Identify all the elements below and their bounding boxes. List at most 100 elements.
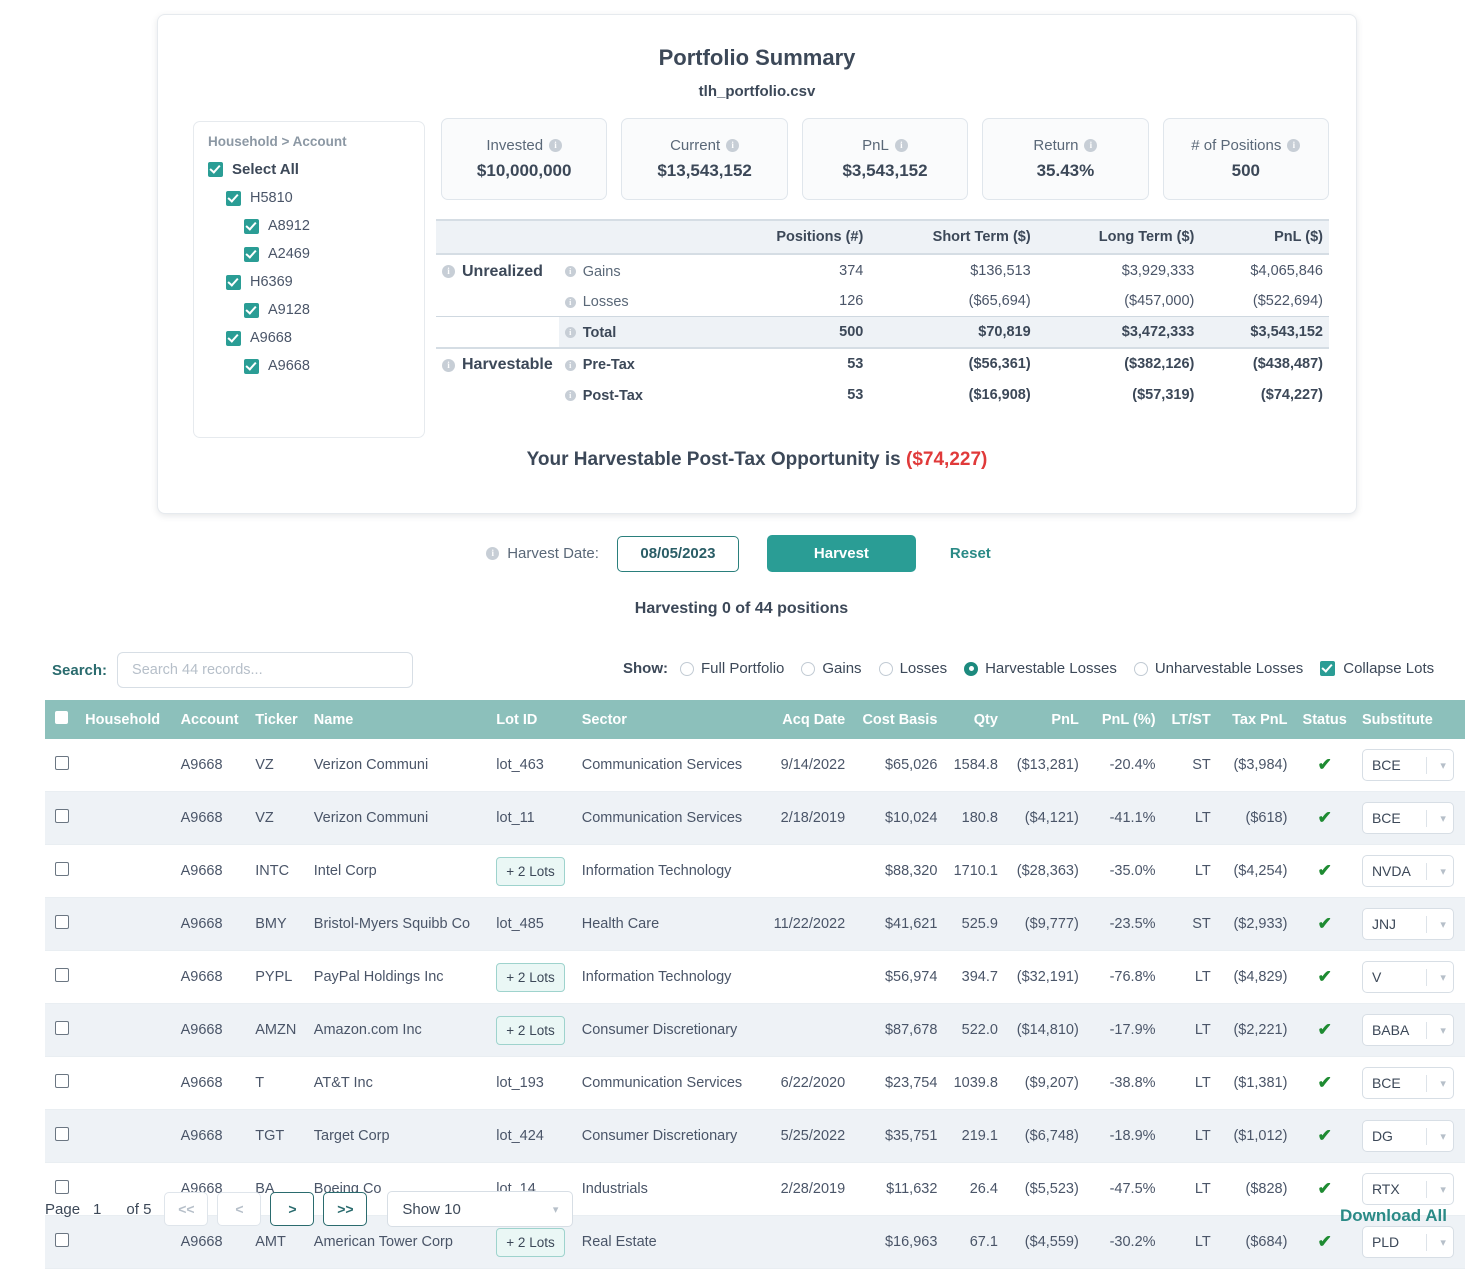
expand-lots-badge[interactable]: + 2 Lots <box>496 1015 565 1045</box>
col-lt-st[interactable]: LT/ST <box>1162 700 1218 739</box>
tree-item-h6369[interactable]: H6369 <box>226 274 410 290</box>
tree-item-a9668[interactable]: A9668 <box>244 358 410 374</box>
cell-substitute[interactable]: V ▾ <box>1354 950 1465 1004</box>
cell-substitute[interactable]: JNJ ▾ <box>1354 897 1465 951</box>
radio-losses[interactable]: Losses <box>878 660 947 677</box>
col-substitute[interactable]: Substitute <box>1354 700 1465 739</box>
substitute-select[interactable]: DG ▾ <box>1361 1120 1454 1152</box>
substitute-select[interactable]: BCE ▾ <box>1361 1067 1454 1099</box>
checkbox-icon[interactable] <box>54 1127 69 1141</box>
reset-button[interactable]: Reset <box>944 544 997 563</box>
substitute-select[interactable]: BABA ▾ <box>1361 1014 1454 1046</box>
row-select-cell[interactable] <box>45 844 79 898</box>
checkbox-icon[interactable] <box>55 711 69 724</box>
table-row[interactable]: A9668 PYPL PayPal Holdings Inc + 2 Lots Info… <box>45 950 1465 1004</box>
row-select-cell[interactable] <box>45 1003 79 1057</box>
info-icon[interactable]: i <box>1287 139 1301 152</box>
first-page-button[interactable]: << <box>164 1192 209 1226</box>
select-all-rows-header[interactable] <box>45 700 79 739</box>
tree-item-a9128[interactable]: A9128 <box>244 302 410 318</box>
table-row[interactable]: A9668 TGT Target Corp lot_424 Consumer Discr… <box>45 1109 1465 1163</box>
cell-substitute[interactable]: BCE ▾ <box>1354 1056 1465 1110</box>
checkbox-icon[interactable] <box>54 862 69 876</box>
row-select-cell[interactable] <box>45 739 79 792</box>
radio-unharvestable-losses[interactable]: Unharvestable Losses <box>1133 660 1303 677</box>
row-select-cell[interactable] <box>45 950 79 1004</box>
info-icon[interactable]: i <box>564 359 576 371</box>
search-input[interactable] <box>117 652 414 688</box>
substitute-select[interactable]: BCE ▾ <box>1361 749 1454 781</box>
substitute-select[interactable]: NVDA ▾ <box>1361 855 1454 887</box>
info-icon[interactable]: i <box>549 139 563 152</box>
radio-full-portfolio[interactable]: Full Portfolio <box>680 660 784 677</box>
radio-icon[interactable] <box>878 661 893 676</box>
info-icon[interactable]: i <box>564 266 576 277</box>
table-row[interactable]: A9668 BMY Bristol-Myers Squibb Co lot_485 He… <box>45 897 1465 951</box>
col-qty[interactable]: Qty <box>944 700 1005 739</box>
tree-item-select all[interactable]: Select All <box>208 161 410 178</box>
tree-item-a9668[interactable]: A9668 <box>226 330 410 346</box>
tree-item-a2469[interactable]: A2469 <box>244 246 410 262</box>
info-icon[interactable]: i <box>726 139 740 152</box>
tree-item-a8912[interactable]: A8912 <box>244 218 410 234</box>
info-icon[interactable]: i <box>442 358 455 372</box>
checkbox-checked-icon[interactable] <box>244 246 259 262</box>
harvest-date-input[interactable]: 08/05/2023 <box>616 535 739 572</box>
radio-icon[interactable] <box>680 661 694 676</box>
cell-substitute[interactable]: DG ▾ <box>1354 1109 1465 1163</box>
checkbox-icon[interactable] <box>54 756 69 770</box>
download-all-link[interactable]: Download All <box>1340 1206 1447 1226</box>
row-select-cell[interactable] <box>45 791 79 845</box>
substitute-select[interactable]: BCE ▾ <box>1361 802 1454 834</box>
harvest-button[interactable]: Harvest <box>766 535 916 572</box>
substitute-select[interactable]: JNJ ▾ <box>1361 908 1454 940</box>
table-row[interactable]: A9668 VZ Verizon Communi lot_11 Communicatio… <box>45 791 1465 845</box>
checkbox-checked-icon[interactable] <box>208 162 223 177</box>
checkbox-checked-icon[interactable] <box>244 218 259 234</box>
table-row[interactable]: A9668 INTC Intel Corp + 2 Lots Information T… <box>45 844 1465 898</box>
info-icon[interactable]: i <box>564 296 576 308</box>
col-sector[interactable]: Sector <box>574 700 764 739</box>
last-page-button[interactable]: >> <box>323 1192 368 1226</box>
radio-icon[interactable] <box>1133 661 1148 676</box>
col-ticker[interactable]: Ticker <box>248 700 307 739</box>
radio-gains[interactable]: Gains <box>801 660 862 677</box>
col-cost-basis[interactable]: Cost Basis <box>852 700 945 739</box>
col-acq-date[interactable]: Acq Date <box>763 700 853 739</box>
info-icon[interactable]: i <box>564 390 576 401</box>
cell-substitute[interactable]: BABA ▾ <box>1354 1003 1465 1057</box>
row-select-cell[interactable] <box>45 1109 79 1163</box>
row-select-cell[interactable] <box>45 1056 79 1110</box>
checkbox-checked-icon[interactable] <box>244 302 259 318</box>
cell-substitute[interactable]: NVDA ▾ <box>1354 844 1465 898</box>
info-icon[interactable]: i <box>1084 139 1098 152</box>
col-pnl-pct[interactable]: PnL (%) <box>1085 700 1163 739</box>
col-lot-id[interactable]: Lot ID <box>489 700 575 739</box>
info-icon[interactable]: i <box>894 139 908 152</box>
collapse-lots-toggle[interactable]: Collapse Lots <box>1320 660 1434 677</box>
table-row[interactable]: A9668 AMZN Amazon.com Inc + 2 Lots Consumer … <box>45 1003 1465 1057</box>
col-name[interactable]: Name <box>306 700 490 739</box>
page-size-select[interactable]: Show 10 ▾ <box>387 1191 574 1227</box>
checkbox-icon[interactable] <box>54 1021 69 1035</box>
row-select-cell[interactable] <box>45 897 79 951</box>
next-page-button[interactable]: > <box>270 1192 315 1226</box>
info-icon[interactable]: i <box>486 547 500 560</box>
expand-lots-badge[interactable]: + 2 Lots <box>496 962 565 992</box>
cell-substitute[interactable]: BCE ▾ <box>1354 791 1465 845</box>
col-pnl[interactable]: PnL <box>1004 700 1086 739</box>
table-row[interactable]: A9668 VZ Verizon Communi lot_463 Communicati… <box>45 739 1465 792</box>
checkbox-icon[interactable] <box>54 809 69 823</box>
cell-substitute[interactable]: BCE ▾ <box>1354 739 1465 792</box>
checkbox-checked-icon[interactable] <box>244 358 259 374</box>
table-row[interactable]: A9668 T AT&T Inc lot_193 Communication Servi… <box>45 1056 1465 1110</box>
expand-lots-badge[interactable]: + 2 Lots <box>496 856 565 886</box>
checkbox-checked-icon[interactable] <box>226 330 241 346</box>
radio-icon[interactable] <box>801 661 816 676</box>
radio-harvestable-losses[interactable]: Harvestable Losses <box>964 660 1117 677</box>
tree-item-h5810[interactable]: H5810 <box>226 190 410 206</box>
info-icon[interactable]: i <box>442 265 455 278</box>
checkbox-icon[interactable] <box>54 915 69 929</box>
prev-page-button[interactable]: < <box>217 1192 262 1226</box>
col-tax-pnl[interactable]: Tax PnL <box>1217 700 1295 739</box>
